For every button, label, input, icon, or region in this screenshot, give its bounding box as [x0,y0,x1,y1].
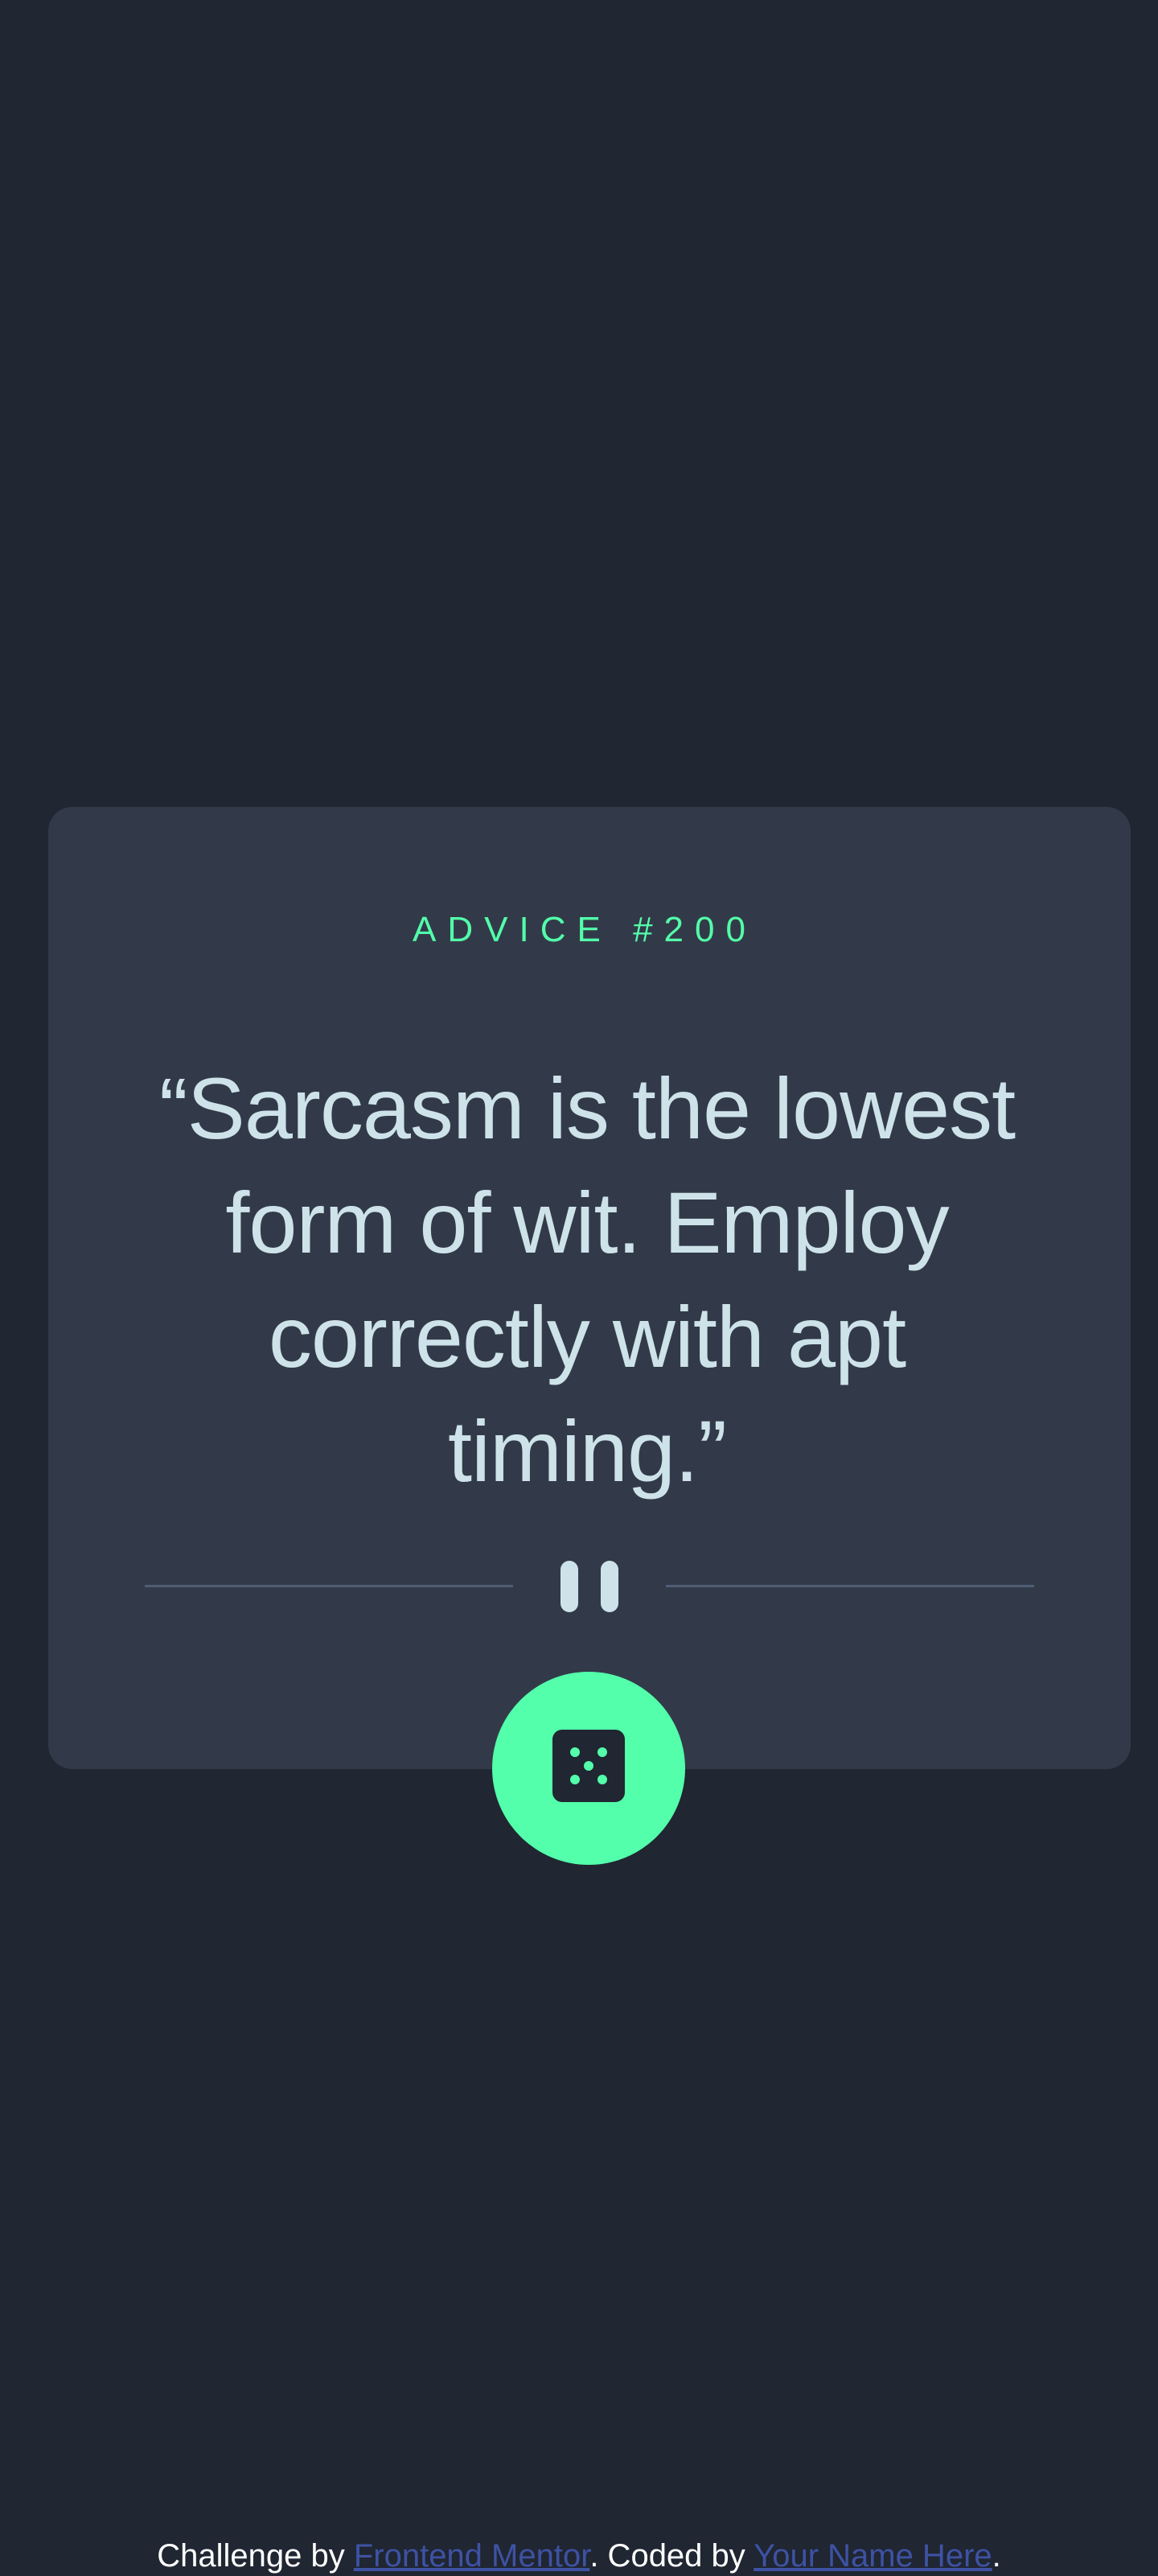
advice-quote: “Sarcasm is the lowest form of wit. Empl… [158,1060,1016,1500]
attribution-footer: Challenge by Frontend Mentor. Coded by Y… [0,2536,1158,2576]
footer-middle: . Coded by [589,2538,754,2574]
divider-line-left [145,1585,513,1587]
footer-suffix: . [992,2538,1001,2574]
pause-icon [561,1561,618,1612]
new-advice-button[interactable] [492,1672,685,1865]
advice-id-label: ADVICE #200 [413,910,757,949]
footer-prefix: Challenge by [157,2538,354,2574]
divider-line-right [666,1585,1034,1587]
frontend-mentor-link[interactable]: Frontend Mentor [354,2538,590,2574]
author-link[interactable]: Your Name Here [754,2538,992,2574]
divider [145,1561,1034,1612]
dice-icon [552,1730,625,1802]
